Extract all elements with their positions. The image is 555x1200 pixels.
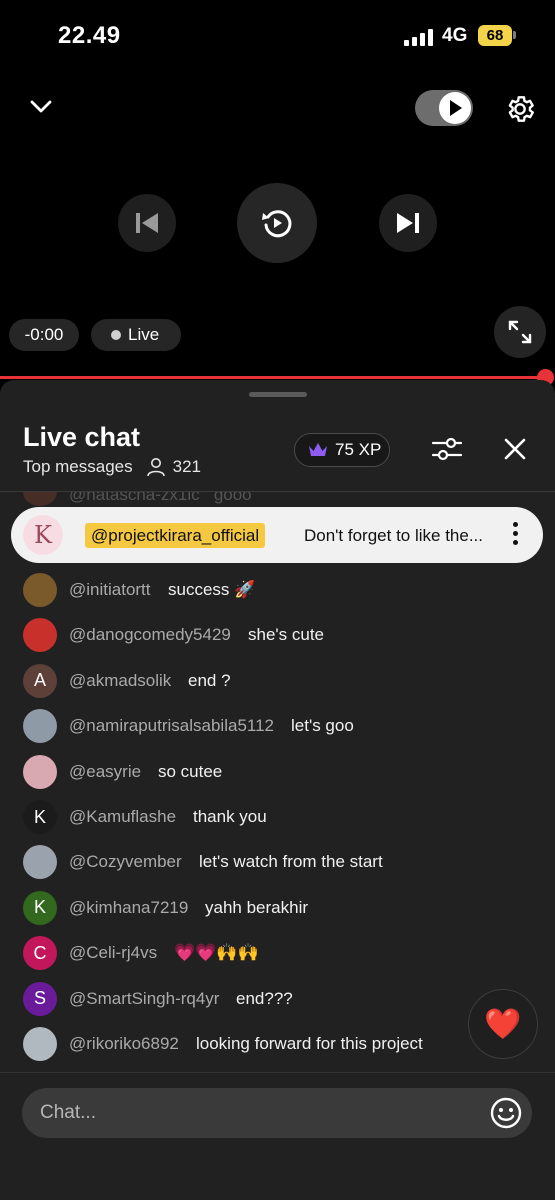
replay-icon bbox=[262, 210, 292, 238]
message-author[interactable]: @rikoriko6892 bbox=[69, 1034, 179, 1054]
drag-handle[interactable] bbox=[249, 392, 307, 397]
close-icon[interactable] bbox=[500, 434, 530, 464]
chat-message[interactable]: @danogcomedy5429 she's cute bbox=[0, 615, 555, 655]
message-text: so cutee bbox=[158, 761, 223, 781]
pinned-message[interactable]: K @projectkirara_official Don't forget t… bbox=[11, 507, 543, 563]
avatar[interactable] bbox=[23, 845, 57, 880]
emoji-icon[interactable] bbox=[489, 1096, 523, 1130]
filter-sliders-icon[interactable] bbox=[430, 432, 464, 466]
skip-previous-icon bbox=[136, 213, 158, 233]
pinned-author[interactable]: @projectkirara_official bbox=[85, 523, 266, 548]
chat-title: Live chat bbox=[23, 422, 141, 452]
heart-reaction-button[interactable]: ❤️ bbox=[468, 989, 538, 1059]
heart-icon: ❤️ bbox=[484, 1007, 522, 1041]
message-author[interactable]: @kimhana7219 bbox=[69, 898, 188, 918]
battery-icon: 68 bbox=[478, 25, 512, 46]
xp-badge[interactable]: 75 XP bbox=[294, 433, 390, 467]
message-author[interactable]: @danogcomedy5429 bbox=[69, 625, 231, 645]
message-author[interactable]: @initiatortt bbox=[69, 580, 151, 600]
avatar[interactable]: C bbox=[23, 936, 57, 971]
next-button[interactable] bbox=[379, 194, 437, 252]
message-author[interactable]: @SmartSingh-rq4yr bbox=[69, 989, 219, 1009]
previous-button[interactable] bbox=[118, 194, 176, 252]
message-author[interactable]: @Cozyvember bbox=[69, 852, 182, 872]
avatar bbox=[23, 492, 57, 506]
message-text: end ? bbox=[188, 670, 231, 690]
message-author[interactable]: @Kamuflashe bbox=[69, 807, 176, 827]
pinned-avatar: K bbox=[23, 515, 63, 555]
signal-icon bbox=[404, 28, 434, 46]
chat-message[interactable]: @Cozyvember let's watch from the start bbox=[0, 842, 555, 882]
avatar[interactable]: K bbox=[23, 890, 57, 925]
message-author[interactable]: @namiraputrisalsabila5112 bbox=[69, 716, 274, 736]
collapse-chevron-down-icon[interactable] bbox=[26, 92, 56, 122]
message-text: let's watch from the start bbox=[199, 852, 383, 872]
message-text: looking forward for this project bbox=[196, 1034, 423, 1053]
settings-gear-icon[interactable] bbox=[502, 91, 538, 127]
fullscreen-button[interactable] bbox=[494, 306, 546, 358]
play-icon bbox=[439, 92, 471, 124]
message-author[interactable]: @easyrie bbox=[69, 762, 141, 782]
progress-bar[interactable] bbox=[0, 376, 545, 379]
status-time: 22.49 bbox=[58, 22, 121, 49]
live-label: Live bbox=[128, 325, 160, 344]
chat-message[interactable]: @easyrie so cutee bbox=[0, 752, 555, 792]
message-author[interactable]: @akmadsolik bbox=[69, 671, 171, 691]
skip-next-icon bbox=[397, 213, 419, 233]
expand-icon bbox=[508, 320, 532, 344]
partial-message-row: @natascha-zx1lc gooo bbox=[0, 492, 555, 506]
chat-message[interactable]: C @Celi-rj4vs 💗💗🙌🙌 bbox=[0, 933, 555, 973]
status-bar: 22.49 4G 68 bbox=[0, 0, 555, 70]
avatar[interactable]: A bbox=[23, 663, 57, 698]
chat-message[interactable]: K @kimhana7219 yahh berakhir bbox=[0, 888, 555, 928]
time-remaining: -0:00 bbox=[9, 319, 79, 351]
person-icon bbox=[146, 458, 165, 477]
network-type: 4G bbox=[442, 25, 468, 46]
xp-label: 75 XP bbox=[335, 440, 382, 459]
autoplay-toggle[interactable] bbox=[415, 90, 473, 126]
message-text: yahh berakhir bbox=[205, 897, 309, 917]
avatar[interactable]: S bbox=[23, 981, 57, 1016]
avatar[interactable] bbox=[23, 709, 57, 744]
message-text: end??? bbox=[236, 988, 293, 1008]
message-text: success 🚀 bbox=[168, 580, 256, 599]
chat-message[interactable]: @initiatortt success 🚀 bbox=[0, 570, 555, 610]
avatar[interactable] bbox=[23, 618, 57, 653]
pinned-text: Don't forget to like the... bbox=[304, 526, 484, 545]
message-text: thank you bbox=[193, 807, 267, 826]
chat-input[interactable] bbox=[22, 1088, 532, 1138]
message-text: 💗💗🙌🙌 bbox=[174, 943, 259, 963]
message-text: let's goo bbox=[291, 716, 354, 736]
avatar[interactable] bbox=[23, 573, 57, 607]
message-text: she's cute bbox=[248, 625, 325, 645]
avatar[interactable]: K bbox=[23, 800, 57, 834]
avatar[interactable] bbox=[23, 1027, 57, 1061]
chat-mode-selector[interactable]: Top messages 321 bbox=[23, 456, 201, 478]
time-remaining-label: -0:00 bbox=[24, 325, 64, 344]
chat-mode-label: Top messages bbox=[23, 457, 133, 476]
live-badge[interactable]: Live bbox=[91, 319, 181, 351]
message-author[interactable]: @Celi-rj4vs bbox=[69, 943, 157, 963]
battery-tip bbox=[513, 31, 516, 39]
more-vertical-icon[interactable] bbox=[511, 522, 519, 548]
chat-input-bar bbox=[0, 1072, 555, 1200]
chat-message[interactable]: K @Kamuflashe thank you bbox=[0, 797, 555, 837]
pinned-avatar-letter: K bbox=[34, 521, 52, 549]
viewer-count: 321 bbox=[172, 457, 201, 476]
live-dot-icon bbox=[111, 330, 121, 340]
chat-message[interactable]: @namiraputrisalsabila5112 let's goo bbox=[0, 706, 555, 746]
replay-button[interactable] bbox=[237, 183, 317, 263]
chat-message[interactable]: A @akmadsolik end ? bbox=[0, 661, 555, 701]
avatar[interactable] bbox=[23, 754, 57, 789]
partial-message-text: @natascha-zx1lc gooo bbox=[69, 492, 252, 504]
crown-icon bbox=[309, 443, 327, 456]
